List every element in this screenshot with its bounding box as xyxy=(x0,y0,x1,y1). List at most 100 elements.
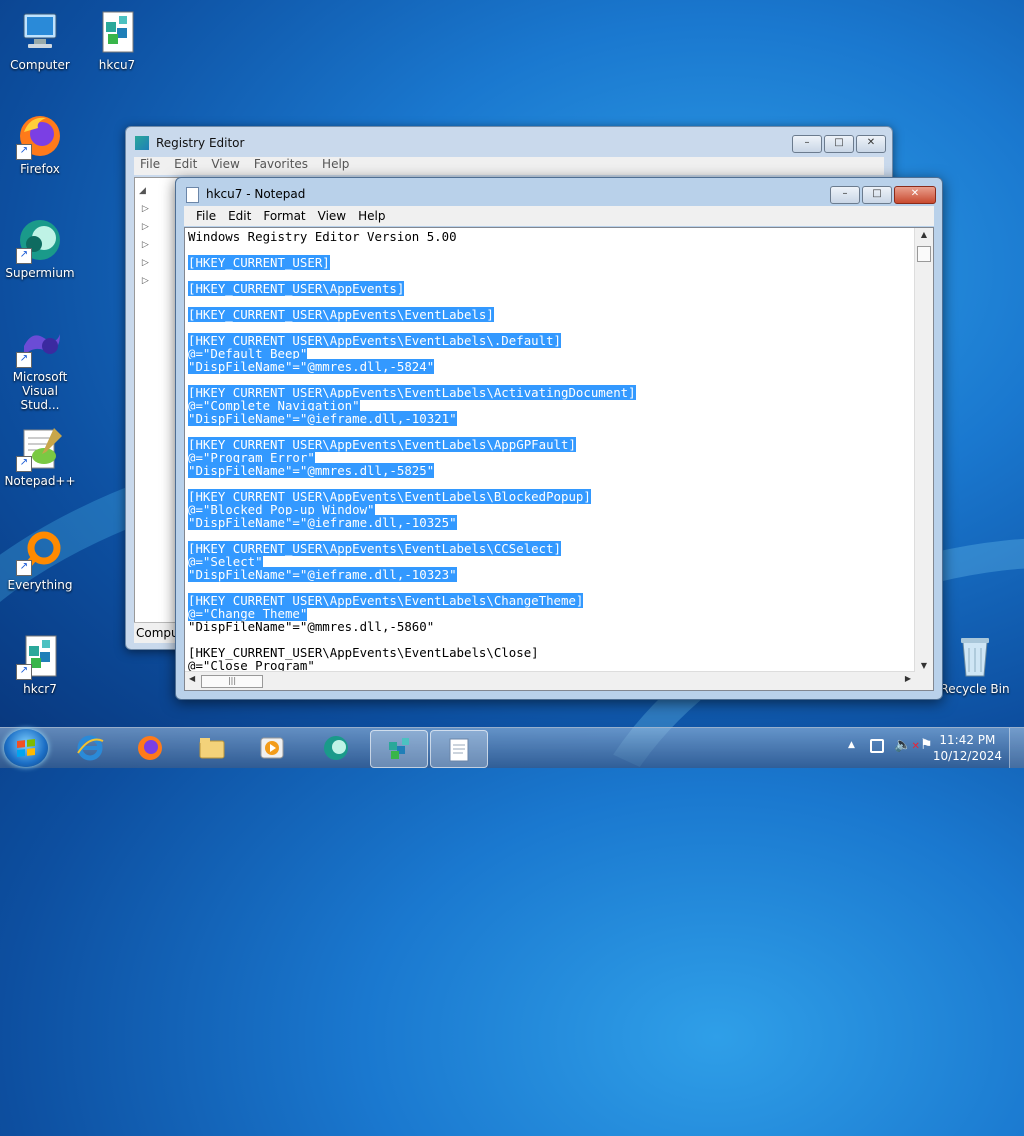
window-titlebar[interactable]: hkcu7 - Notepad – □ ✕ xyxy=(176,178,942,208)
menu-help[interactable]: Help xyxy=(352,206,391,226)
menu-file[interactable]: File xyxy=(140,157,160,175)
scroll-left-arrow-icon[interactable]: ◀ xyxy=(189,674,195,683)
menu-help[interactable]: Help xyxy=(322,157,349,175)
close-button[interactable]: ✕ xyxy=(894,186,936,204)
clock[interactable]: 11:42 PM 10/12/2024 xyxy=(933,732,1002,764)
text-line: "DispFileName"="@ieframe.dll,-10323" xyxy=(188,567,911,582)
clock-date: 10/12/2024 xyxy=(932,749,1002,763)
text-line: "DispFileName"="@ieframe.dll,-10325" xyxy=(188,515,911,530)
show-hidden-icons-icon[interactable]: ▲ xyxy=(848,740,855,750)
taskbar-internet-explorer[interactable] xyxy=(62,730,118,766)
taskbar-media-player[interactable] xyxy=(244,730,300,766)
maximize-button[interactable]: □ xyxy=(824,135,854,153)
registry-editor-icon xyxy=(389,738,409,759)
internet-explorer-icon xyxy=(77,735,104,761)
line-text: Windows Registry Editor Version 5.00 xyxy=(188,230,457,244)
action-center-flag-icon[interactable]: ⚑ xyxy=(920,737,933,753)
tree-expanders: ◢ ▷ ▷ ▷ ▷ ▷ xyxy=(139,186,149,286)
text-line: "DispFileName"="@mmres.dll,-5860" xyxy=(188,620,911,633)
window-titlebar[interactable]: Registry Editor – □ ✕ xyxy=(126,127,892,157)
line-text: "DispFileName"="@mmres.dll,-5860" xyxy=(188,619,435,634)
taskbar-firefox[interactable] xyxy=(122,730,178,766)
text-line: "DispFileName"="@mmres.dll,-5824" xyxy=(188,359,911,374)
registry-editor-icon xyxy=(135,136,149,150)
text-line: [HKEY_CURRENT_USER] xyxy=(188,255,911,270)
scroll-down-arrow-icon[interactable]: ▼ xyxy=(915,661,933,670)
desktop-icon-visual-studio[interactable]: ↗ Microsoft Visual Stud... xyxy=(2,320,78,412)
menu-bar: File Edit View Favorites Help xyxy=(134,157,884,175)
start-button[interactable] xyxy=(4,729,48,767)
taskbar: ▲ 🔈✕ ⚑ 11:42 PM 10/12/2024 xyxy=(0,727,1024,768)
scrollbar-corner xyxy=(915,672,933,690)
text-editor[interactable]: Windows Registry Editor Version 5.00 [HKE… xyxy=(184,227,934,691)
windows-logo-icon xyxy=(17,739,35,757)
line-text: @="Close Program" xyxy=(188,658,315,672)
menu-view[interactable]: View xyxy=(312,206,352,226)
text-line: "DispFileName"="@mmres.dll,-5825" xyxy=(188,463,911,478)
volume-muted-icon[interactable]: 🔈✕ xyxy=(894,737,920,753)
scroll-right-arrow-icon[interactable]: ▶ xyxy=(905,674,911,683)
visual-studio-icon: ↗ xyxy=(16,320,64,368)
network-icon[interactable] xyxy=(870,739,884,753)
menu-favorites[interactable]: Favorites xyxy=(254,157,308,175)
desktop-icon-label: hkcu7 xyxy=(98,58,136,72)
desktop-icon-firefox[interactable]: ↗ Firefox xyxy=(2,112,78,176)
status-bar: Compu xyxy=(134,622,180,643)
menu-view[interactable]: View xyxy=(211,157,239,175)
editor-text[interactable]: Windows Registry Editor Version 5.00 [HKE… xyxy=(188,230,911,672)
selected-text: "DispFileName"="@ieframe.dll,-10323" xyxy=(188,567,457,582)
selected-text: "DispFileName"="@mmres.dll,-5824" xyxy=(188,359,435,374)
system-tray: ▲ 🔈✕ ⚑ 11:42 PM 10/12/2024 xyxy=(834,728,1024,768)
minimize-button[interactable]: – xyxy=(792,135,822,153)
desktop-icon-everything[interactable]: ↗ Everything xyxy=(2,528,78,592)
selected-text: [HKEY_CURRENT_USER] xyxy=(188,255,330,270)
selected-text: [HKEY_CURRENT_USER\AppEvents] xyxy=(188,281,405,296)
registry-tree-pane[interactable]: ◢ ▷ ▷ ▷ ▷ ▷ xyxy=(134,177,180,643)
selected-text: [HKEY_CURRENT_USER\AppEvents\EventLabels… xyxy=(188,307,494,322)
notepad-icon xyxy=(186,187,199,203)
desktop-icon-label: Recycle Bin xyxy=(940,682,1010,696)
supermium-icon xyxy=(324,736,348,760)
desktop-icon-recycle-bin[interactable]: Recycle Bin xyxy=(937,632,1013,696)
scrollbar-thumb[interactable] xyxy=(917,246,931,262)
taskbar-notepad[interactable] xyxy=(430,730,488,768)
recycle-bin-icon xyxy=(951,632,999,680)
menu-bar: File Edit Format View Help xyxy=(184,206,934,226)
desktop-icon-label: Supermium xyxy=(5,266,75,280)
text-line: "DispFileName"="@ieframe.dll,-10321" xyxy=(188,411,911,426)
desktop-icon-supermium[interactable]: ↗ Supermium xyxy=(2,216,78,280)
notepadpp-icon: ↗ xyxy=(16,424,64,472)
notepad-window[interactable]: hkcu7 - Notepad – □ ✕ File Edit Format V… xyxy=(175,177,943,700)
desktop-icon-notepadpp[interactable]: ↗ Notepad++ xyxy=(2,424,78,488)
media-player-icon xyxy=(260,737,284,759)
desktop-icon-hkcr7[interactable]: ↗ hkcr7 xyxy=(2,632,78,696)
text-line: [HKEY_CURRENT_USER\AppEvents] xyxy=(188,281,911,296)
registry-file-icon xyxy=(93,8,141,56)
desktop-icon-label: Computer xyxy=(10,58,70,72)
text-line: Windows Registry Editor Version 5.00 xyxy=(188,230,911,243)
menu-edit[interactable]: Edit xyxy=(222,206,257,226)
minimize-button[interactable]: – xyxy=(830,186,860,204)
taskbar-registry-editor[interactable] xyxy=(370,730,428,768)
taskbar-file-explorer[interactable] xyxy=(184,730,240,766)
firefox-icon: ↗ xyxy=(16,112,64,160)
maximize-button[interactable]: □ xyxy=(862,186,892,204)
desktop-icon-hkcu7[interactable]: hkcu7 xyxy=(79,8,155,72)
menu-file[interactable]: File xyxy=(190,206,222,226)
text-line: [HKEY_CURRENT_USER\AppEvents\EventLabels… xyxy=(188,541,911,556)
desktop-icon-computer[interactable]: Computer xyxy=(2,8,78,72)
menu-edit[interactable]: Edit xyxy=(174,157,197,175)
menu-format[interactable]: Format xyxy=(257,206,311,226)
scroll-up-arrow-icon[interactable]: ▲ xyxy=(915,230,933,239)
vertical-scrollbar[interactable]: ▲ ▼ xyxy=(914,228,933,672)
firefox-icon xyxy=(138,736,162,760)
selected-text: "DispFileName"="@mmres.dll,-5825" xyxy=(188,463,435,478)
close-button[interactable]: ✕ xyxy=(856,135,886,153)
taskbar-supermium[interactable] xyxy=(308,730,364,766)
horizontal-scrollbar[interactable]: ◀ ||| ▶ xyxy=(185,671,915,690)
selected-text: "DispFileName"="@ieframe.dll,-10325" xyxy=(188,515,457,530)
window-title: Registry Editor xyxy=(156,136,245,150)
notepad-icon xyxy=(449,738,469,762)
show-desktop-button[interactable] xyxy=(1009,728,1024,768)
scrollbar-thumb[interactable]: ||| xyxy=(201,675,263,688)
